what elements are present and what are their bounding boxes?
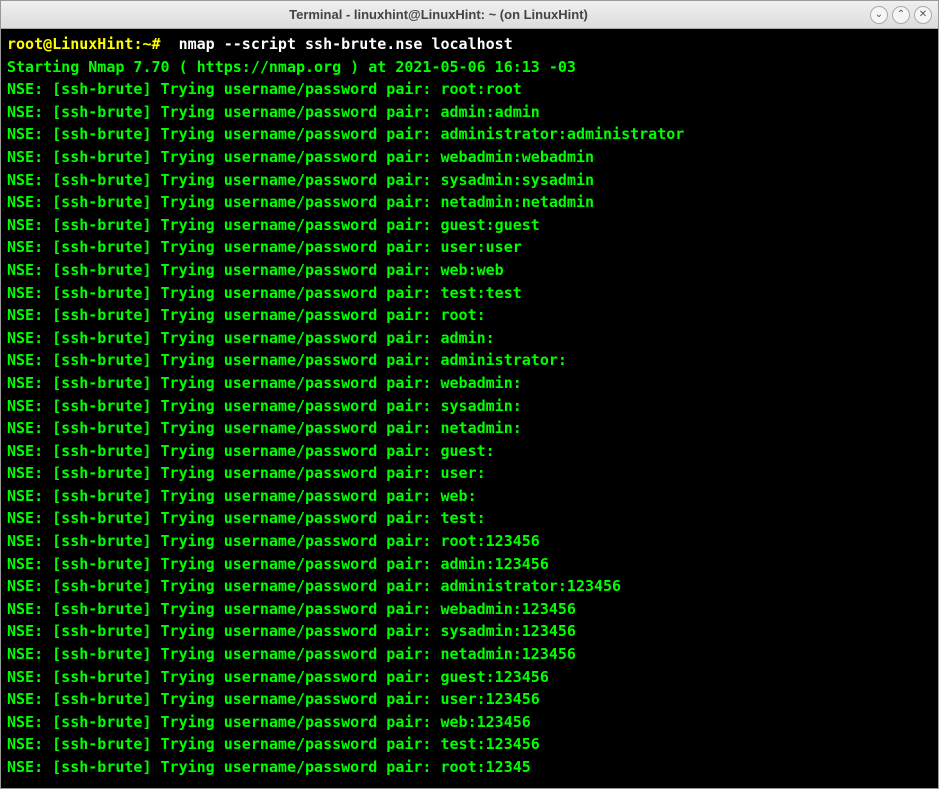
prompt-user-host: root@LinuxHint — [7, 35, 133, 53]
starting-line: Starting Nmap 7.70 ( https://nmap.org ) … — [7, 58, 576, 76]
nse-line: NSE: [ssh-brute] Trying username/passwor… — [7, 374, 522, 392]
nse-line: NSE: [ssh-brute] Trying username/passwor… — [7, 238, 522, 256]
nse-line: NSE: [ssh-brute] Trying username/passwor… — [7, 622, 576, 640]
maximize-button[interactable]: ⌃ — [892, 6, 910, 24]
nse-line: NSE: [ssh-brute] Trying username/passwor… — [7, 171, 594, 189]
nse-line: NSE: [ssh-brute] Trying username/passwor… — [7, 735, 540, 753]
terminal-output[interactable]: root@LinuxHint:~# nmap --script ssh-brut… — [1, 29, 938, 788]
prompt-path: :~# — [133, 35, 160, 53]
close-button[interactable]: ✕ — [914, 6, 932, 24]
nse-line: NSE: [ssh-brute] Trying username/passwor… — [7, 758, 531, 776]
nse-line: NSE: [ssh-brute] Trying username/passwor… — [7, 419, 522, 437]
nse-line: NSE: [ssh-brute] Trying username/passwor… — [7, 216, 540, 234]
close-icon: ✕ — [919, 10, 927, 20]
nse-output-lines: NSE: [ssh-brute] Trying username/passwor… — [7, 78, 932, 778]
nse-line: NSE: [ssh-brute] Trying username/passwor… — [7, 600, 576, 618]
window-title: Terminal - linuxhint@LinuxHint: ~ (on Li… — [7, 7, 870, 22]
window-controls: ⌄ ⌃ ✕ — [870, 6, 932, 24]
nse-line: NSE: [ssh-brute] Trying username/passwor… — [7, 125, 684, 143]
nse-line: NSE: [ssh-brute] Trying username/passwor… — [7, 645, 576, 663]
nse-line: NSE: [ssh-brute] Trying username/passwor… — [7, 103, 540, 121]
nse-line: NSE: [ssh-brute] Trying username/passwor… — [7, 555, 549, 573]
minimize-icon: ⌄ — [875, 10, 883, 20]
nse-line: NSE: [ssh-brute] Trying username/passwor… — [7, 532, 540, 550]
nse-line: NSE: [ssh-brute] Trying username/passwor… — [7, 80, 522, 98]
maximize-icon: ⌃ — [897, 10, 905, 20]
nse-line: NSE: [ssh-brute] Trying username/passwor… — [7, 306, 486, 324]
nse-line: NSE: [ssh-brute] Trying username/passwor… — [7, 329, 495, 347]
nse-line: NSE: [ssh-brute] Trying username/passwor… — [7, 442, 495, 460]
nse-line: NSE: [ssh-brute] Trying username/passwor… — [7, 261, 504, 279]
nse-line: NSE: [ssh-brute] Trying username/passwor… — [7, 284, 522, 302]
nse-line: NSE: [ssh-brute] Trying username/passwor… — [7, 577, 621, 595]
nse-line: NSE: [ssh-brute] Trying username/passwor… — [7, 690, 540, 708]
nse-line: NSE: [ssh-brute] Trying username/passwor… — [7, 668, 549, 686]
command-text: nmap --script ssh-brute.nse localhost — [161, 35, 513, 53]
nse-line: NSE: [ssh-brute] Trying username/passwor… — [7, 397, 522, 415]
terminal-window: Terminal - linuxhint@LinuxHint: ~ (on Li… — [0, 0, 939, 789]
nse-line: NSE: [ssh-brute] Trying username/passwor… — [7, 509, 486, 527]
nse-line: NSE: [ssh-brute] Trying username/passwor… — [7, 464, 486, 482]
nse-line: NSE: [ssh-brute] Trying username/passwor… — [7, 351, 567, 369]
minimize-button[interactable]: ⌄ — [870, 6, 888, 24]
nse-line: NSE: [ssh-brute] Trying username/passwor… — [7, 713, 531, 731]
nse-line: NSE: [ssh-brute] Trying username/passwor… — [7, 487, 477, 505]
nse-line: NSE: [ssh-brute] Trying username/passwor… — [7, 193, 594, 211]
titlebar[interactable]: Terminal - linuxhint@LinuxHint: ~ (on Li… — [1, 1, 938, 29]
nse-line: NSE: [ssh-brute] Trying username/passwor… — [7, 148, 594, 166]
